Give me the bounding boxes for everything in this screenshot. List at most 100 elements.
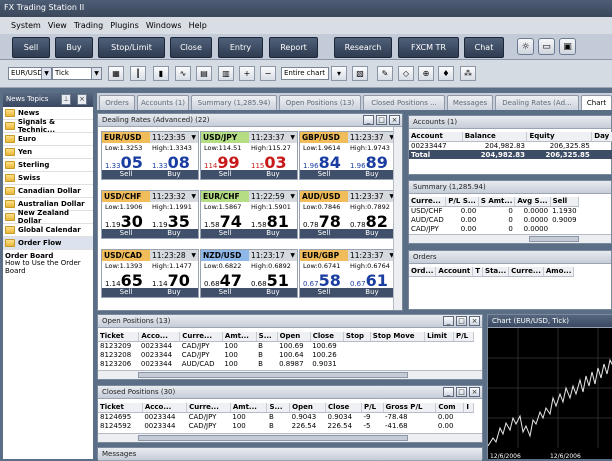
ask-price[interactable]: 0.6761 bbox=[350, 271, 388, 290]
table-row[interactable]: 8123209 0023344 CAD/JPY 100 B 100.69 100.69 bbox=[98, 341, 474, 350]
eraser-icon[interactable]: ◇ bbox=[398, 66, 414, 81]
network-icon[interactable]: ⁂ bbox=[460, 66, 476, 81]
table-row[interactable]: 8124592 0023344 CAD/JPY 100 B 226.54 226.54 -5 -… bbox=[98, 421, 474, 430]
folder-open-icon[interactable]: ▭ bbox=[538, 38, 555, 55]
column-header[interactable]: Ticket bbox=[98, 403, 143, 413]
column-header[interactable]: Amt... bbox=[222, 332, 257, 342]
scroll-thumb[interactable] bbox=[529, 236, 579, 242]
stop-limit-button[interactable]: Stop/Limit bbox=[98, 37, 165, 58]
ask-price[interactable]: 11503 bbox=[251, 153, 287, 172]
ask-price[interactable]: 1.1935 bbox=[152, 212, 190, 231]
research-button[interactable]: Research bbox=[334, 37, 392, 58]
rate-tile[interactable]: EUR/CHF 11:22:59 ▼ Low:1.5867 High:1.5901 1.5… bbox=[200, 190, 298, 239]
buy-button[interactable]: Buy bbox=[348, 229, 396, 238]
buy-button[interactable]: Buy bbox=[249, 288, 297, 297]
chevron-down-icon[interactable]: ▼ bbox=[191, 191, 198, 202]
horizontal-scrollbar[interactable] bbox=[98, 370, 482, 379]
column-header[interactable]: Open bbox=[277, 332, 311, 342]
column-header[interactable]: Acco... bbox=[138, 332, 181, 342]
buy-button[interactable]: Buy bbox=[249, 229, 297, 238]
rate-tile[interactable]: EUR/USD 11:23:35 ▼ Low:1.3253 High:1.3343 1.3… bbox=[101, 131, 199, 180]
column-header[interactable]: Close bbox=[310, 332, 344, 342]
table-icon[interactable]: ▦ bbox=[108, 66, 124, 81]
column-header[interactable]: Curre... bbox=[508, 267, 544, 277]
range-select[interactable]: Entire chart bbox=[281, 67, 329, 80]
indicator-icon[interactable]: ♦ bbox=[438, 66, 454, 81]
menu-view[interactable]: View bbox=[48, 21, 67, 34]
sell-button[interactable]: Sell bbox=[102, 170, 150, 179]
menu-trading[interactable]: Trading bbox=[74, 21, 103, 34]
minimize-icon[interactable]: _ bbox=[363, 115, 374, 125]
ask-price[interactable]: 1.1470 bbox=[152, 271, 190, 290]
column-header[interactable]: Day bbox=[591, 132, 612, 142]
table-row[interactable]: 8124695 0023344 CAD/JPY 100 B 0.9043 0.9034 -9 -… bbox=[98, 412, 474, 421]
sell-button[interactable]: Sell bbox=[300, 288, 348, 297]
chevron-down-icon[interactable]: ▼ bbox=[290, 191, 297, 202]
menu-system[interactable]: System bbox=[11, 21, 41, 34]
table-row[interactable]: 00233447 204,982.83 206,325.85 bbox=[409, 141, 612, 150]
buy-button[interactable]: Buy bbox=[150, 288, 198, 297]
column-header[interactable]: Ticket bbox=[98, 332, 140, 342]
column-header[interactable]: I bbox=[463, 403, 474, 413]
bid-price[interactable]: 1.3305 bbox=[105, 153, 143, 172]
maximize-icon[interactable]: □ bbox=[456, 316, 467, 326]
zoom-in-icon[interactable]: + bbox=[239, 66, 255, 81]
news-item[interactable]: Global Calendar bbox=[3, 224, 93, 237]
menu-help[interactable]: Help bbox=[189, 21, 207, 34]
minimize-icon[interactable]: _ bbox=[443, 316, 454, 326]
tab-summary[interactable]: Summary (1,285.94) bbox=[191, 95, 277, 110]
column-header[interactable]: P/L S... bbox=[445, 197, 479, 207]
table-row[interactable]: USD/CHF 0.00 0 0.0000 1.1930 bbox=[409, 206, 579, 215]
chevron-down-icon[interactable]: ▼ bbox=[41, 68, 51, 79]
column-header[interactable]: Close bbox=[325, 403, 362, 413]
symbol-select[interactable]: EUR/USD ▼ bbox=[8, 67, 52, 80]
dropdown-icon[interactable]: ▾ bbox=[331, 66, 347, 81]
table-row[interactable]: CAD/JPY 0.00 0 0.0000 bbox=[409, 224, 579, 233]
sell-button[interactable]: Sell bbox=[201, 288, 249, 297]
bid-price[interactable]: 0.6847 bbox=[204, 271, 242, 290]
news-item[interactable]: Yen bbox=[3, 146, 93, 159]
chart-area[interactable]: 12/6/2006 12/6/2006 bbox=[488, 328, 612, 460]
fxcm-tr-button[interactable]: FXCM TR bbox=[398, 37, 459, 58]
column-header[interactable]: Ord... bbox=[409, 267, 437, 277]
menu-windows[interactable]: Windows bbox=[146, 21, 182, 34]
column-header[interactable]: Stop bbox=[343, 332, 371, 342]
minimize-icon[interactable]: _ bbox=[443, 387, 454, 397]
column-header[interactable]: Stop Move bbox=[370, 332, 426, 342]
column-header[interactable]: Gross P/L bbox=[383, 403, 437, 413]
close-icon[interactable]: × bbox=[77, 94, 87, 105]
close-icon[interactable]: × bbox=[469, 387, 480, 397]
news-item[interactable]: Swiss bbox=[3, 172, 93, 185]
column-header[interactable]: Acco... bbox=[142, 403, 188, 413]
scroll-thumb[interactable] bbox=[138, 372, 408, 378]
column-header[interactable]: Sell bbox=[550, 197, 580, 207]
news-item[interactable]: Euro bbox=[3, 133, 93, 146]
ask-price[interactable]: 0.7882 bbox=[350, 212, 388, 231]
rate-tile[interactable]: USD/CAD 11:23:28 ▼ Low:1.1393 High:1.1477 1.1… bbox=[101, 249, 199, 298]
sell-button[interactable]: Sell bbox=[102, 229, 150, 238]
column-header[interactable]: Account bbox=[435, 267, 474, 277]
rate-tile[interactable]: USD/CHF 11:23:32 ▼ Low:1.1906 High:1.1991 1.1… bbox=[101, 190, 199, 239]
table-row[interactable]: AUD/CAD 0.00 0 0.0000 0.9009 bbox=[409, 215, 579, 224]
column-header[interactable]: Avg S... bbox=[514, 197, 551, 207]
image-icon[interactable]: ▤ bbox=[196, 66, 212, 81]
column-header[interactable]: T bbox=[472, 267, 484, 277]
chevron-down-icon[interactable]: ▼ bbox=[191, 132, 198, 143]
sell-button[interactable]: Sell bbox=[300, 229, 348, 238]
sun-icon[interactable]: ☼ bbox=[517, 38, 534, 55]
pin-icon[interactable]: ⊥ bbox=[61, 94, 71, 105]
news-item-selected[interactable]: Order Flow bbox=[3, 237, 93, 250]
bid-price[interactable]: 1.1930 bbox=[105, 212, 143, 231]
column-header[interactable]: Curre... bbox=[409, 197, 447, 207]
scroll-thumb[interactable] bbox=[138, 435, 408, 441]
maximize-icon[interactable]: □ bbox=[376, 115, 387, 125]
sell-button[interactable]: Sell bbox=[12, 37, 50, 58]
sell-button[interactable]: Sell bbox=[201, 229, 249, 238]
bar-chart-icon[interactable]: ┃ bbox=[130, 66, 146, 81]
column-header[interactable]: P/L bbox=[361, 403, 384, 413]
column-header[interactable]: Equity bbox=[526, 132, 593, 142]
sell-button[interactable]: Sell bbox=[300, 170, 348, 179]
candle-chart-icon[interactable]: ▮ bbox=[153, 66, 169, 81]
tab-chart[interactable]: Chart bbox=[581, 95, 612, 110]
properties-icon[interactable]: ▧ bbox=[352, 66, 368, 81]
